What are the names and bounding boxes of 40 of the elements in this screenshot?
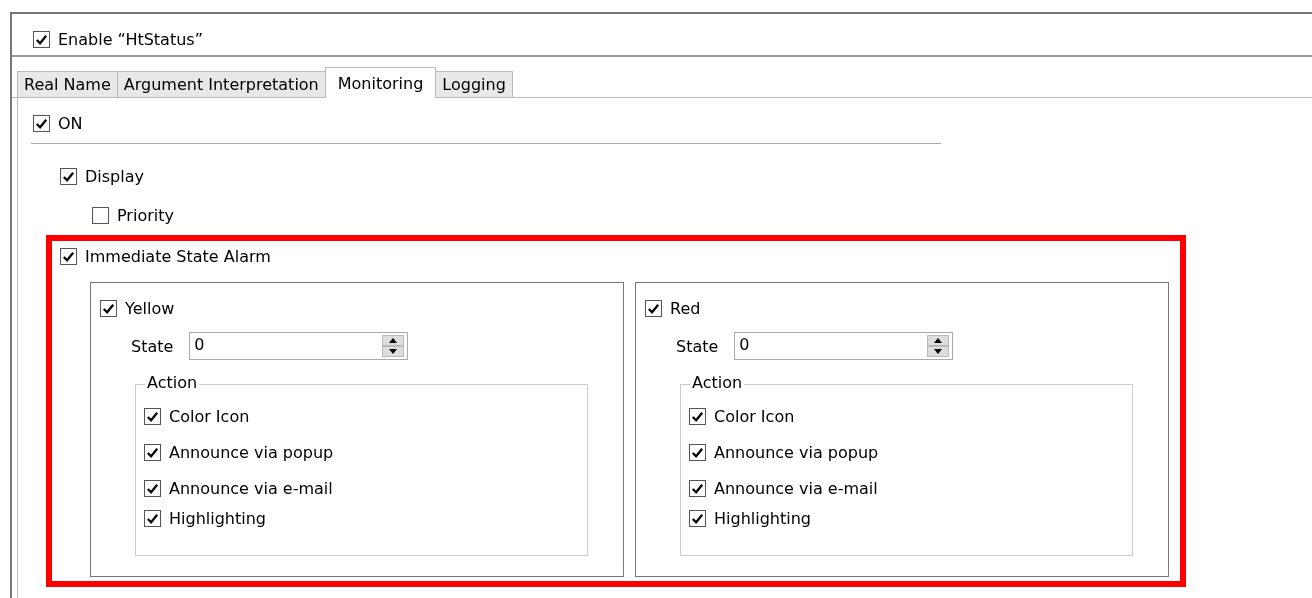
checkbox-label[interactable]: Enable “HtStatus”	[58, 30, 203, 49]
state-spin-field[interactable]: 0	[189, 332, 409, 360]
checkbox-label[interactable]: Yellow	[125, 299, 175, 318]
checkbox-label[interactable]: Announce via e-mail	[169, 479, 333, 498]
checkbox[interactable]	[144, 444, 161, 461]
checkbox-label[interactable]: Announce via e-mail	[714, 479, 878, 498]
checkbox-label[interactable]: Color Icon	[169, 407, 250, 426]
checkbox[interactable]	[92, 207, 109, 224]
checkbox-label[interactable]: Highlighting	[714, 509, 811, 528]
checkbox[interactable]	[689, 480, 706, 497]
checkbox-label[interactable]: Announce via popup	[714, 443, 879, 462]
tab[interactable]: Monitoring	[324, 67, 437, 98]
checkbox[interactable]	[689, 444, 706, 461]
checkbox[interactable]	[689, 510, 706, 527]
checkbox[interactable]	[689, 408, 706, 425]
checkbox-label[interactable]: Color Icon	[714, 407, 795, 426]
checkbox[interactable]	[144, 510, 161, 527]
checkbox-label[interactable]: Highlighting	[169, 509, 266, 528]
checkbox[interactable]	[144, 408, 161, 425]
spin-down-button[interactable]	[382, 346, 405, 357]
tab[interactable]: Argument Interpretation	[116, 71, 326, 97]
checkbox[interactable]	[60, 168, 77, 185]
checkbox-label[interactable]: Announce via popup	[169, 443, 334, 462]
checkbox[interactable]	[60, 248, 77, 265]
tab[interactable]: Real Name	[17, 71, 118, 97]
checkbox-label[interactable]: Red	[670, 299, 701, 318]
state-label: State	[131, 336, 174, 356]
spin-down-button[interactable]	[927, 346, 950, 357]
state-spin-field[interactable]: 0	[734, 332, 954, 360]
checkbox-label[interactable]: Priority	[117, 206, 174, 225]
checkbox-label[interactable]: Immediate State Alarm	[85, 247, 271, 266]
checkbox[interactable]	[33, 115, 50, 132]
checkbox-label[interactable]: Display	[85, 167, 144, 186]
checkbox[interactable]	[100, 300, 117, 317]
checkbox[interactable]	[144, 480, 161, 497]
checkbox-label[interactable]: ON	[58, 114, 83, 133]
checkbox[interactable]	[33, 31, 50, 48]
state-label: State	[676, 336, 719, 356]
checkbox[interactable]	[645, 300, 662, 317]
tab[interactable]: Logging	[435, 71, 513, 97]
